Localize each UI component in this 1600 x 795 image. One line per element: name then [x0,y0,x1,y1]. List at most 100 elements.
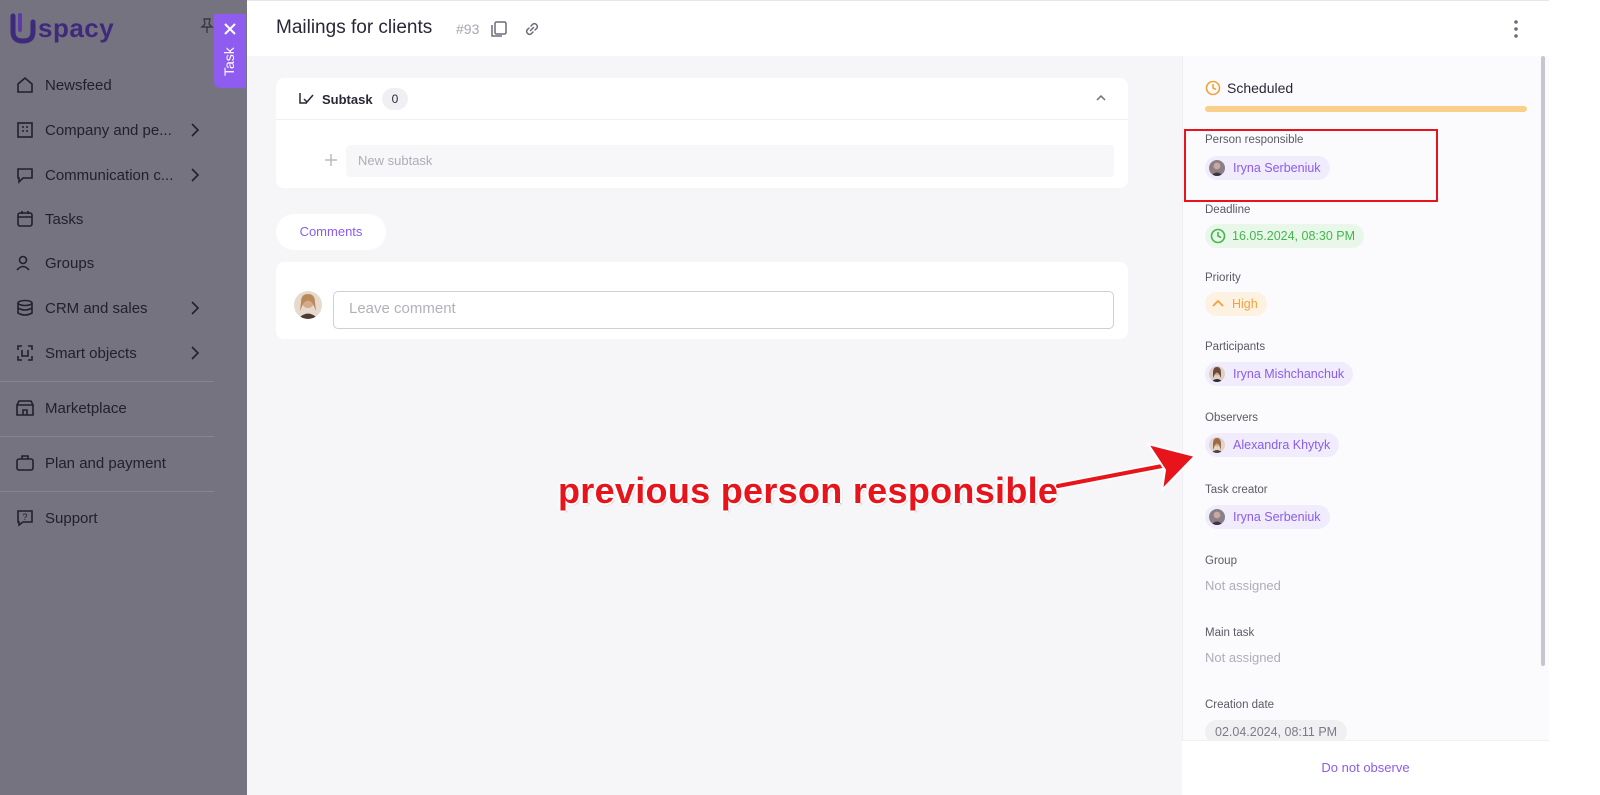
sidebar-item-label: Tasks [45,210,84,228]
chevron-right-icon [191,168,200,182]
more-vertical-icon[interactable] [1513,19,1519,39]
divider [0,381,214,382]
calendar-icon [17,211,33,227]
task-creator-name: Iryna Serbeniuk [1233,510,1321,524]
participant-name: Iryna Mishchanchuk [1233,367,1345,381]
chevron-right-icon [191,123,200,137]
chevron-right-icon [191,346,200,360]
task-tab[interactable]: Task [214,14,246,88]
sidebar-item-label: Newsfeed [45,76,112,94]
details-scrollbar[interactable] [1541,56,1545,666]
task-creator-chip[interactable]: Iryna Serbeniuk [1205,505,1330,529]
sidebar-item-label: Communication c... [45,166,174,184]
tab-comments[interactable]: Comments [276,214,386,250]
priority-value: High [1232,297,1258,311]
subtask-icon [299,93,314,104]
observers-label: Observers [1205,412,1259,424]
annotation-text: previous person responsible [558,470,1059,511]
logo[interactable]: spacy [10,12,114,44]
task-header: Mailings for clients #93 [247,0,1549,56]
divider [0,491,214,492]
svg-text:?: ? [22,512,27,522]
logo-icon [10,13,36,44]
sidebar-item-newsfeed[interactable]: Newsfeed [15,70,210,100]
observer-name: Alexandra Khytyk [1233,438,1331,452]
clock-icon [1205,80,1221,96]
new-subtask-placeholder: New subtask [358,153,433,168]
sidebar-item-smart-objects[interactable]: Smart objects [15,338,210,368]
sidebar-item-support[interactable]: ? Support [15,503,210,533]
group-label: Group [1205,555,1237,567]
sidebar-item-label: Marketplace [45,399,127,417]
do-not-observe-button[interactable]: Do not observe [1182,760,1549,775]
logo-text: spacy [38,12,115,43]
avatar [294,291,322,319]
pin-icon[interactable] [200,18,214,34]
sidebar: spacy Newsfeed Company and pe... Communi… [0,0,247,795]
help-icon: ? [17,510,33,527]
subtask-count-badge: 0 [382,88,408,110]
avatar [1209,366,1225,382]
sidebar-item-label: Groups [45,254,95,272]
sidebar-item-groups[interactable]: Groups [15,248,210,278]
task-creator-label: Task creator [1205,484,1268,496]
home-icon [17,76,33,93]
page-title[interactable]: Mailings for clients [276,17,432,39]
sidebar-item-plan-payment[interactable]: Plan and payment [15,448,210,478]
chevron-up-icon [1212,299,1224,307]
subtask-header[interactable]: Subtask 0 [276,78,1128,120]
new-subtask-input[interactable] [346,145,1114,177]
main-task-label: Main task [1205,627,1255,639]
sidebar-item-label: Support [45,509,98,527]
sidebar-item-label: CRM and sales [45,299,148,317]
priority-chip[interactable]: High [1205,292,1267,316]
deadline-label: Deadline [1205,204,1251,216]
briefcase-icon [16,455,34,471]
building-icon [17,122,33,138]
sidebar-item-crm[interactable]: CRM and sales [15,293,210,323]
sidebar-item-marketplace[interactable]: Marketplace [15,393,210,423]
annotation-arrow-icon [1054,442,1197,493]
status-label: Scheduled [1227,80,1294,96]
main-task-value[interactable]: Not assigned [1205,650,1281,665]
page-margin [1549,0,1600,795]
sidebar-item-communication[interactable]: Communication c... [15,160,210,190]
creation-date-label: Creation date [1205,699,1275,711]
clock-icon [1210,228,1226,244]
scan-icon [17,345,33,361]
subtask-title: Subtask [322,92,373,107]
sidebar-item-label: Plan and payment [45,454,166,472]
plus-icon[interactable] [324,153,338,167]
link-icon[interactable] [523,20,541,38]
sidebar-item-company[interactable]: Company and pe... [15,115,210,145]
details-footer: Do not observe [1182,740,1549,795]
task-tab-label: Task [221,47,237,76]
comment-card [276,262,1128,339]
database-icon [17,299,33,316]
observer-chip[interactable]: Alexandra Khytyk [1205,433,1340,457]
annotation-highlight-box [1184,129,1438,202]
chevron-up-icon[interactable] [1095,93,1107,103]
avatar [1209,509,1225,525]
subtask-card: Subtask 0 New subtask [276,78,1128,188]
chevron-right-icon [191,301,200,315]
deadline-chip[interactable]: 16.05.2024, 08:30 PM [1205,224,1365,248]
avatar [1209,437,1225,453]
divider [0,436,214,437]
sidebar-item-label: Smart objects [45,344,137,362]
deadline-value: 16.05.2024, 08:30 PM [1232,229,1356,243]
chat-icon [17,168,33,184]
close-icon[interactable] [223,22,237,36]
sidebar-item-label: Company and pe... [45,121,172,139]
store-icon [16,400,34,416]
task-panel: Mailings for clients #93 Subtask 0 New s… [247,0,1549,795]
sidebar-item-tasks[interactable]: Tasks [15,204,210,234]
task-number: #93 [456,21,480,37]
copy-icon[interactable] [490,20,508,38]
priority-label: Priority [1205,272,1241,284]
comment-input[interactable] [333,291,1114,329]
group-value[interactable]: Not assigned [1205,578,1281,593]
participants-label: Participants [1205,341,1266,353]
participant-chip[interactable]: Iryna Mishchanchuk [1205,362,1354,386]
status-row[interactable]: Scheduled [1205,80,1293,96]
